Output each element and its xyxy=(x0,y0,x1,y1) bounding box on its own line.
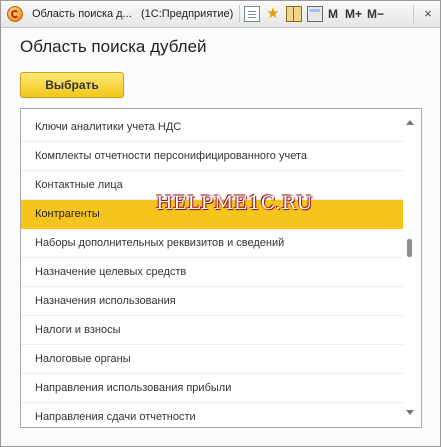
list-item[interactable]: Комплекты отчетности персонифицированног… xyxy=(21,142,403,171)
list-item[interactable]: Налоги и взносы xyxy=(21,316,403,345)
dialog-window: Область поиска д... (1С:Предприятие) ★ M… xyxy=(0,0,441,447)
1c-logo-icon[interactable] xyxy=(7,6,23,22)
title-bar: Область поиска д... (1С:Предприятие) ★ M… xyxy=(1,1,440,28)
calculator-icon[interactable] xyxy=(307,6,323,22)
list-item[interactable]: Направления сдачи отчетности xyxy=(21,403,403,427)
list-item[interactable]: Ключи аналитики учета НДС xyxy=(21,113,403,142)
window-app-name: (1С:Предприятие) xyxy=(141,8,234,20)
watermark-text: HELPME1C.RU xyxy=(156,192,313,214)
window-title: Область поиска д... xyxy=(32,8,132,20)
restore-button[interactable]: M− xyxy=(367,7,384,21)
scroll-up-arrow-icon[interactable] xyxy=(406,120,414,125)
title-separator-3 xyxy=(413,5,414,23)
star-icon[interactable]: ★ xyxy=(265,6,281,22)
list-item[interactable]: Назначения использования xyxy=(21,287,403,316)
list-item[interactable]: Наборы дополнительных реквизитов и сведе… xyxy=(21,229,403,258)
list-item[interactable]: Налоговые органы xyxy=(21,345,403,374)
close-button[interactable]: × xyxy=(420,5,436,22)
list-item[interactable]: Назначение целевых средств xyxy=(21,258,403,287)
list-item[interactable]: Направления использования прибыли xyxy=(21,374,403,403)
book-icon[interactable] xyxy=(286,6,302,22)
search-area-list[interactable]: Направления сдачи отчетности Направления … xyxy=(20,108,422,428)
title-separator xyxy=(239,5,240,23)
page-icon[interactable] xyxy=(244,6,260,22)
minimize-button[interactable]: M xyxy=(328,7,338,21)
select-button[interactable]: Выбрать xyxy=(20,72,124,98)
maximize-button[interactable]: M+ xyxy=(345,7,362,21)
scrollbar-thumb[interactable] xyxy=(407,239,412,257)
scroll-down-arrow-icon[interactable] xyxy=(406,410,414,415)
form-heading: Область поиска дублей xyxy=(20,37,207,56)
